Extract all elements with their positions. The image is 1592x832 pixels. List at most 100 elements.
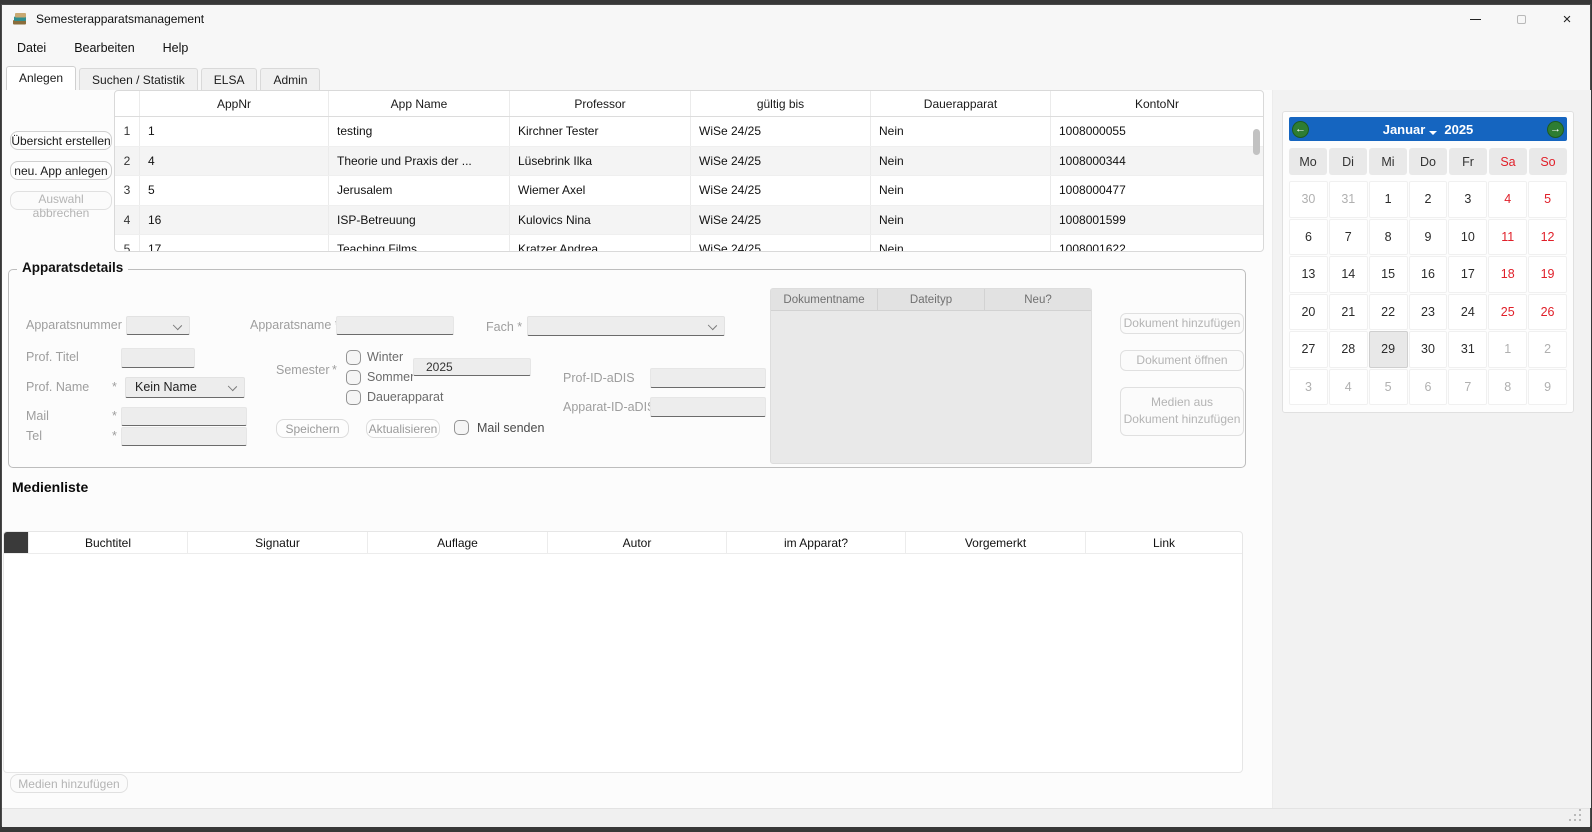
table-row[interactable]: 2 4 Theorie und Praxis der ... Lüsebrink… [115,147,1263,177]
calendar-day[interactable]: 24 [1448,294,1487,331]
prof-name-combobox[interactable]: Kein Name [125,377,245,398]
menu-item[interactable]: Bearbeiten [74,41,134,55]
calendar-day[interactable]: 9 [1528,369,1567,406]
calendar-day[interactable]: 8 [1488,369,1527,406]
column-header-kontonr[interactable]: KontoNr [1051,91,1263,116]
calendar-day[interactable]: 12 [1528,219,1567,256]
mail-input[interactable] [121,407,247,426]
column-header-professor[interactable]: Professor [510,91,691,116]
dauerapparat-radio[interactable] [346,390,361,405]
calendar-day[interactable]: 5 [1369,369,1408,406]
column-header-dauerapparat[interactable]: Dauerapparat [871,91,1051,116]
maximize-button[interactable] [1498,5,1544,33]
calendar-month-year[interactable]: Januar2025 [1383,122,1474,137]
doc-button[interactable]: Dokument hinzufügen [1120,313,1244,334]
calendar-day[interactable]: 6 [1409,369,1448,406]
calendar-day[interactable]: 29 [1369,331,1408,368]
prof-titel-input[interactable] [121,348,195,368]
calendar-day[interactable]: 30 [1409,331,1448,368]
apparatsname-input[interactable] [336,316,454,335]
year-input[interactable]: 2025 [413,358,531,376]
calendar-day[interactable]: 10 [1448,219,1487,256]
calendar-day[interactable]: 9 [1409,219,1448,256]
sidebar-button[interactable]: neu. App anlegen [10,161,112,180]
calendar-day[interactable]: 17 [1448,256,1487,293]
calendar-day[interactable]: 31 [1448,331,1487,368]
calendar-day[interactable]: 30 [1289,181,1328,218]
tab[interactable]: Anlegen [6,66,76,90]
resize-grip[interactable] [1579,819,1581,821]
calendar-day[interactable]: 3 [1448,181,1487,218]
column-header-vorgemerkt[interactable]: Vorgemerkt [906,532,1086,553]
doc-button[interactable]: Medien aus Dokument hinzufügen [1120,387,1244,436]
column-header-buchtitel[interactable]: Buchtitel [29,532,188,553]
calendar-day[interactable]: 8 [1369,219,1408,256]
calendar-day[interactable]: 2 [1409,181,1448,218]
tab[interactable]: Suchen / Statistik [79,68,198,90]
winter-radio[interactable] [346,350,361,365]
calendar-day[interactable]: 27 [1289,331,1328,368]
tel-input[interactable] [121,427,247,446]
close-button[interactable]: × [1544,5,1590,33]
calendar-day[interactable]: 6 [1289,219,1328,256]
calendar-day[interactable]: 31 [1329,181,1368,218]
calendar-day[interactable]: 11 [1488,219,1527,256]
calendar-day[interactable]: 26 [1528,294,1567,331]
sommer-radio[interactable] [346,370,361,385]
tab[interactable]: Admin [260,68,320,90]
calendar-day[interactable]: 16 [1409,256,1448,293]
menu-item[interactable]: Help [163,41,189,55]
medien-hinzufuegen-button[interactable]: Medien hinzufügen [10,774,128,793]
table-row[interactable]: 3 5 Jerusalem Wiemer Axel WiSe 24/25 Nei… [115,176,1263,206]
column-header-im-apparat[interactable]: im Apparat? [727,532,906,553]
minimize-button[interactable] [1452,5,1498,33]
column-header-auflage[interactable]: Auflage [368,532,548,553]
calendar-prev-button[interactable]: ← [1292,121,1309,138]
calendar-day[interactable]: 25 [1488,294,1527,331]
apparatsnummer-combobox[interactable] [126,316,190,335]
calendar-day[interactable]: 28 [1329,331,1368,368]
apparat-id-adis-input[interactable] [650,397,766,417]
calendar-day[interactable]: 22 [1369,294,1408,331]
calendar-day[interactable]: 21 [1329,294,1368,331]
sidebar-button[interactable]: Auswahl abbrechen [10,191,112,210]
column-header-gueltig-bis[interactable]: gültig bis [691,91,871,116]
calendar-day[interactable]: 1 [1369,181,1408,218]
prof-id-adis-input[interactable] [650,368,766,388]
table-row[interactable]: 4 16 ISP-Betreuung Kulovics Nina WiSe 24… [115,206,1263,236]
calendar-day[interactable]: 14 [1329,256,1368,293]
calendar-day[interactable]: 4 [1329,369,1368,406]
calendar-day[interactable]: 4 [1488,181,1527,218]
calendar-day[interactable]: 18 [1488,256,1527,293]
calendar-day[interactable]: 7 [1329,219,1368,256]
speichern-button[interactable]: Speichern [276,419,349,438]
fach-combobox[interactable] [527,316,725,336]
calendar-day[interactable]: 7 [1448,369,1487,406]
calendar-day[interactable]: 5 [1528,181,1567,218]
calendar-month[interactable]: Januar [1383,122,1426,137]
calendar-day[interactable]: 3 [1289,369,1328,406]
column-header-signatur[interactable]: Signatur [188,532,368,553]
aktualisieren-button[interactable]: Aktualisieren [366,419,440,438]
table-row[interactable]: 5 17 Teaching Films Kratzer Andrea WiSe … [115,235,1263,252]
calendar-day[interactable]: 20 [1289,294,1328,331]
calendar-day[interactable]: 19 [1528,256,1567,293]
table-row[interactable]: 1 1 testing Kirchner Tester WiSe 24/25 N… [115,117,1263,147]
table-scrollbar[interactable] [1252,119,1261,249]
tab[interactable]: ELSA [201,68,258,90]
calendar-day[interactable]: 15 [1369,256,1408,293]
calendar-day[interactable]: 2 [1528,331,1567,368]
column-header-app-name[interactable]: App Name [329,91,510,116]
calendar-day[interactable]: 13 [1289,256,1328,293]
calendar-day[interactable]: 23 [1409,294,1448,331]
menu-item[interactable]: Datei [17,41,46,55]
column-header-autor[interactable]: Autor [548,532,727,553]
doc-button[interactable]: Dokument öffnen [1120,350,1244,371]
scrollbar-thumb[interactable] [1253,129,1260,155]
calendar-next-button[interactable]: → [1547,121,1564,138]
sidebar-button[interactable]: Übersicht erstellen [10,131,112,150]
column-header-link[interactable]: Link [1086,532,1242,553]
calendar-day[interactable]: 1 [1488,331,1527,368]
column-header-appnr[interactable]: AppNr [140,91,329,116]
mail-senden-radio[interactable] [454,420,469,435]
